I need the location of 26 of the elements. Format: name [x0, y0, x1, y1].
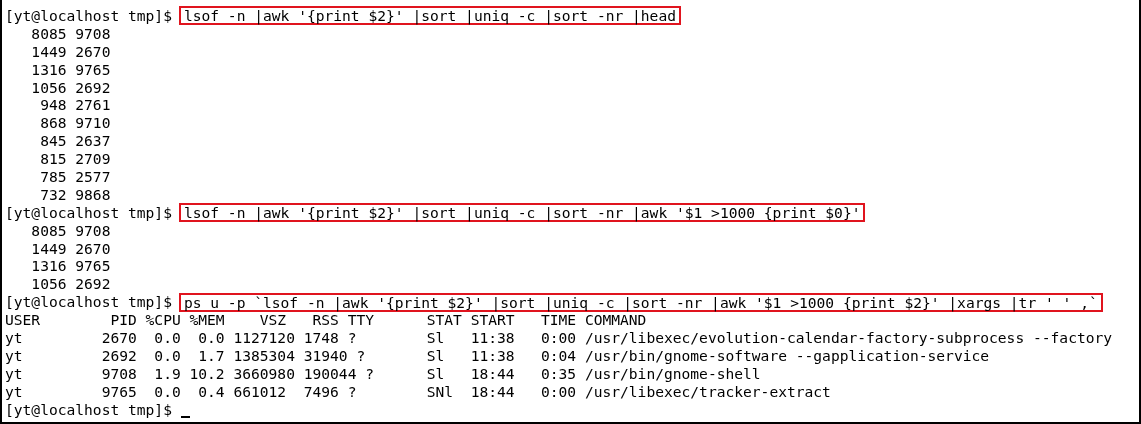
output-line: 1056 2692 [30, 78, 111, 97]
shell-prompt: [yt@localhost tmp]$ [5, 203, 172, 222]
output-line: 1316 9765 [30, 60, 111, 79]
shell-prompt: [yt@localhost tmp]$ [5, 400, 172, 419]
output-line: yt 9765 0.0 0.4 661012 7496 ? SNl 18:44 0:00 /usr/libexec/tracker-extract [5, 382, 831, 401]
shell-prompt: [yt@localhost tmp]$ [5, 293, 172, 312]
command-text: ps u -p `lsof -n |awk '{print $2}' |sort |uniq -c |sort -nr |awk '$1 >1000 {print $2}' |xargs |tr ' ' ,` [178, 292, 1103, 312]
command-text: lsof -n |awk '{print $2}' |sort |uniq -c |sort -nr |awk '$1 >1000 {print $0}' [178, 203, 866, 223]
output-line: 1449 2670 [30, 42, 111, 61]
output-line: yt 9708 1.9 10.2 3660980 190044 ? Sl 18:44 0:35 /usr/bin/gnome-shell [5, 364, 761, 383]
output-line: yt 2692 0.0 1.7 1385304 31940 ? Sl 11:38 0:04 /usr/bin/gnome-software --gapplication-service [5, 346, 990, 365]
output-line: 1316 9765 [30, 257, 111, 276]
output-line: 1056 2692 [30, 275, 111, 294]
command-text: lsof -n |awk '{print $2}' |sort |uniq -c |sort -nr |head [178, 6, 681, 26]
output-line: 1449 2670 [30, 239, 111, 258]
output-line: 815 2709 [39, 150, 111, 169]
output-line: 845 2637 [39, 132, 111, 151]
output-line: 948 2761 [39, 96, 111, 115]
output-line: 732 9868 [39, 185, 111, 204]
output-line: yt 2670 0.0 0.0 1127120 1748 ? Sl 11:38 0:00 /usr/libexec/evolution-calendar-factory-subprocess --factory [5, 329, 1113, 347]
output-line: 785 2577 [39, 168, 111, 186]
output-line: 8085 9708 [30, 24, 111, 43]
output-line: USER PID %CPU %MEM VSZ RSS TTY STAT START TIME COMMAND [5, 311, 647, 330]
output-line: 8085 9708 [30, 221, 111, 240]
shell-prompt: [yt@localhost tmp]$ [5, 7, 172, 25]
output-line: 868 9710 [39, 114, 111, 133]
